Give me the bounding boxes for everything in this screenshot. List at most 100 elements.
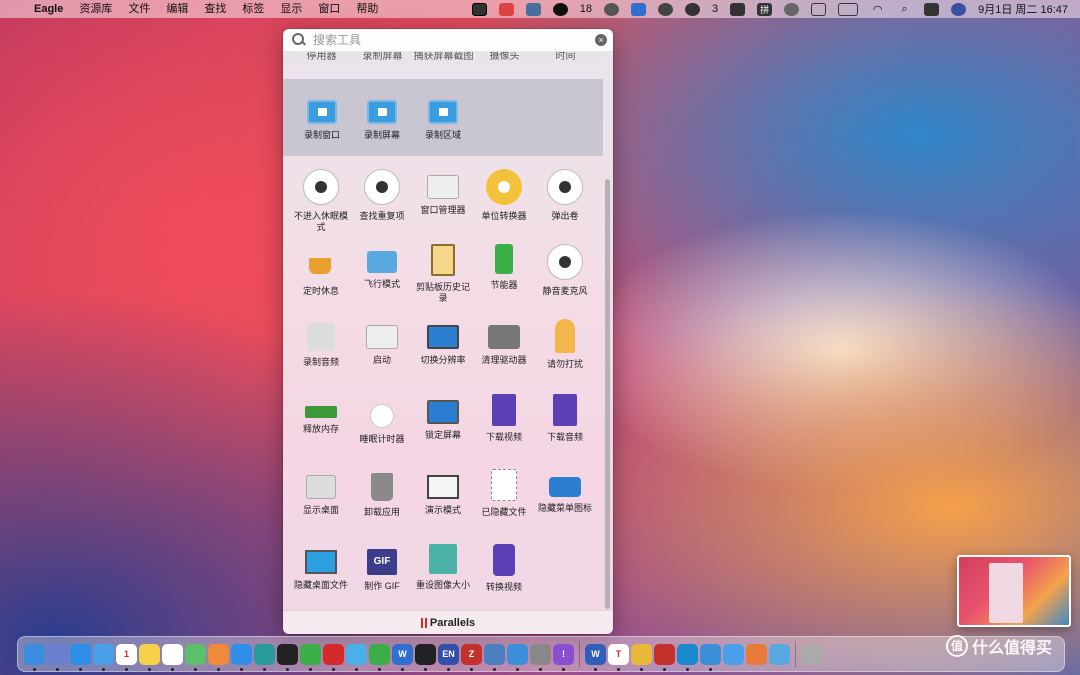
dock-app-app-store[interactable]: [231, 643, 252, 671]
dock-app-mail[interactable]: [93, 643, 114, 671]
tool-make-gif[interactable]: GIF 制作 GIF: [351, 544, 413, 592]
search-input[interactable]: [313, 30, 583, 50]
tool-show-desktop[interactable]: 显示桌面: [290, 469, 352, 516]
tool-download-audio[interactable]: 下载音频: [534, 394, 596, 443]
dock-app-typora[interactable]: T: [608, 643, 629, 671]
screen-icon[interactable]: [525, 2, 541, 16]
menu-window[interactable]: 窗口: [310, 0, 348, 18]
parallels-brand[interactable]: Parallels: [430, 617, 475, 629]
menu-edit[interactable]: 编辑: [158, 0, 196, 18]
tool-free-memory[interactable]: 释放内存: [290, 394, 352, 435]
tool-clean-drive[interactable]: 清理驱动器: [473, 319, 535, 366]
menu-find[interactable]: 查找: [196, 0, 234, 18]
tool-record-window[interactable]: 录制窗口: [291, 94, 353, 141]
tool-record-audio[interactable]: 录制音频: [290, 319, 352, 368]
dock-app-zotero[interactable]: Z: [461, 643, 482, 671]
clear-search-icon[interactable]: ×: [595, 34, 607, 46]
siri-icon[interactable]: [951, 2, 967, 16]
tool-hide-desktop-files[interactable]: 隐藏桌面文件: [290, 544, 352, 591]
tool-record-screen[interactable]: 录制屏幕: [351, 94, 413, 141]
tool-window-manager[interactable]: 窗口管理器: [412, 169, 474, 216]
control-toggle-icon[interactable]: [730, 2, 746, 16]
screenshot-thumbnail[interactable]: [957, 555, 1071, 627]
app-menu-eagle[interactable]: Eagle: [26, 0, 71, 18]
tool-presentation[interactable]: 演示模式: [412, 469, 474, 516]
tool-battery[interactable]: 节能器: [473, 244, 535, 291]
dock-app-evernote[interactable]: [369, 643, 390, 671]
tool-hidden-files[interactable]: 已隐藏文件: [473, 469, 535, 518]
airdrop-icon[interactable]: [784, 2, 800, 16]
battery-status-icon[interactable]: [838, 2, 859, 16]
tool-convert-video[interactable]: 转换视频: [473, 544, 535, 593]
tool-hide-menu-icons[interactable]: 隐藏菜单图标: [534, 469, 596, 514]
dock-app-safari[interactable]: [70, 643, 91, 671]
tool-label: 不进入休眠模式: [293, 211, 348, 232]
dock-app-network[interactable]: [484, 643, 505, 671]
wechat-icon[interactable]: [685, 2, 700, 16]
tool-lock-screen[interactable]: 锁定屏幕: [412, 394, 474, 441]
speedometer-icon[interactable]: [604, 2, 619, 16]
tool-label: 单位转换器: [481, 211, 527, 221]
dock-app-monitor[interactable]: [700, 643, 721, 671]
dock-app-trash[interactable]: [801, 643, 822, 665]
dock-app-finder[interactable]: [24, 643, 45, 671]
dock-app-launchpad[interactable]: [47, 643, 68, 671]
recording-icon[interactable]: [498, 2, 514, 16]
wifi-icon[interactable]: ◠: [870, 3, 885, 16]
dock-app-chrome[interactable]: [631, 643, 652, 671]
dock-app-feedback[interactable]: !: [553, 643, 574, 671]
tool-uninstall[interactable]: 卸载应用: [351, 469, 413, 518]
tool-mute-mic[interactable]: 静音麦克风: [534, 244, 596, 297]
dock-app-notes[interactable]: [139, 643, 160, 671]
clock[interactable]: 9月1日 周二 16:47: [972, 1, 1074, 17]
chat-icon[interactable]: [658, 2, 673, 16]
dock-app-figma[interactable]: [415, 643, 436, 671]
dock-app-folder-1[interactable]: [723, 643, 744, 665]
control-center-icon[interactable]: [924, 2, 940, 16]
toolbox-menu-icon[interactable]: [471, 2, 487, 16]
menu-view[interactable]: 显示: [272, 0, 310, 18]
dock-app-edge[interactable]: [254, 643, 275, 671]
tool-record-area[interactable]: 录制区域: [412, 94, 474, 141]
tool-launch[interactable]: 启动: [351, 319, 413, 366]
input-method-icon[interactable]: 拼: [757, 2, 773, 16]
dock-app-wps[interactable]: W: [392, 643, 413, 671]
dock-app-maps[interactable]: [185, 643, 206, 671]
tool-resize-image[interactable]: 重设图像大小: [412, 544, 474, 591]
tool-no-sleep[interactable]: 不进入休眠模式: [290, 169, 352, 233]
tool-eject[interactable]: 弹出卷: [534, 169, 596, 222]
dock-app-photos[interactable]: [208, 643, 229, 671]
menu-help[interactable]: 帮助: [348, 0, 386, 18]
dock-app-folder-2[interactable]: [746, 643, 767, 665]
dock-app-settings[interactable]: [530, 643, 551, 671]
scrollbar[interactable]: [605, 179, 610, 609]
tool-unit-converter[interactable]: 单位转换器: [473, 169, 535, 222]
dock-app-folder-3[interactable]: [769, 643, 790, 665]
qq-icon[interactable]: [552, 2, 568, 16]
tool-find-duplicates[interactable]: 查找重复项: [351, 169, 413, 222]
dock-app-bird[interactable]: [507, 643, 528, 671]
dock-app-wechat[interactable]: [300, 643, 321, 671]
menu-library[interactable]: 资源库: [71, 0, 120, 18]
dock-app-eudic[interactable]: EN: [438, 643, 459, 671]
dock-app-qq[interactable]: [277, 643, 298, 671]
dock-app-acrobat[interactable]: [654, 643, 675, 671]
tool-break-timer[interactable]: 定时休息: [290, 244, 352, 297]
spotlight-icon[interactable]: ⌕: [897, 3, 912, 16]
menu-tags[interactable]: 标签: [234, 0, 272, 18]
dock-app-edge-2[interactable]: [677, 643, 698, 671]
dock-app-calendar[interactable]: 1: [116, 643, 137, 671]
menu-file[interactable]: 文件: [120, 0, 158, 18]
tool-clipboard[interactable]: 剪贴板历史记录: [412, 244, 474, 304]
dock-app-mail-2[interactable]: [346, 643, 367, 671]
tool-download-video[interactable]: 下载视频: [473, 394, 535, 443]
tool-sleep-timer[interactable]: 睡眠计时器: [351, 394, 413, 445]
tool-airplane[interactable]: 飞行模式: [351, 244, 413, 290]
dock-app-reminders[interactable]: [162, 643, 183, 671]
dock-app-netease[interactable]: [323, 643, 344, 671]
wps-icon[interactable]: [631, 2, 646, 16]
tool-do-not-disturb[interactable]: 请勿打扰: [534, 319, 596, 370]
tool-resolution[interactable]: 切换分辨率: [412, 319, 474, 366]
dock-app-word[interactable]: W: [585, 643, 606, 671]
window-switch-icon[interactable]: [811, 2, 827, 16]
